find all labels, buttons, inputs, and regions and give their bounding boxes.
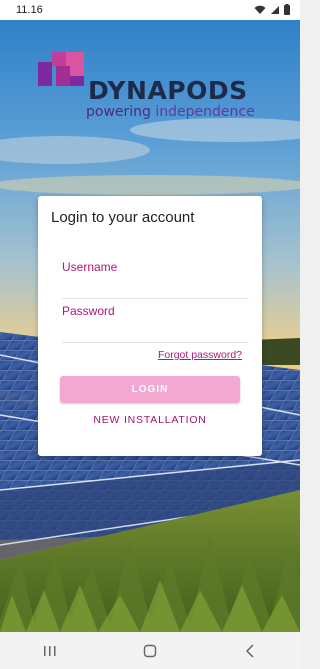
dynapods-logo: DYNAPODS powering independence [30, 48, 275, 128]
recent-apps-button[interactable] [20, 636, 80, 666]
dynapods-mark-icon [38, 52, 84, 86]
recent-apps-icon [44, 645, 56, 656]
status-time: 11.16 [16, 4, 43, 16]
brand-name: DYNAPODS [88, 76, 248, 105]
password-field[interactable]: Password [62, 304, 249, 343]
login-card: Login to your account Username Password … [38, 196, 262, 456]
signal-icon [271, 5, 279, 14]
wifi-icon [254, 5, 266, 14]
status-bar: 11.16 [0, 0, 300, 20]
username-field[interactable]: Username [62, 260, 249, 299]
battery-icon [284, 4, 290, 15]
login-title: Login to your account [51, 209, 195, 226]
brand-tagline: powering independence [86, 105, 255, 119]
login-button[interactable]: LOGIN [60, 376, 240, 403]
tagline-independence: independence [150, 104, 255, 120]
username-label: Username [62, 260, 118, 274]
tagline-powering: powering [86, 104, 151, 120]
navigation-bar [0, 632, 300, 669]
password-label: Password [62, 304, 115, 318]
back-icon [245, 643, 254, 658]
status-icons [254, 4, 290, 15]
new-installation-button[interactable]: NEW INSTALLATION [38, 414, 262, 426]
back-button[interactable] [220, 636, 280, 666]
home-button[interactable] [120, 636, 180, 666]
forgot-password-link[interactable]: Forgot password? [158, 349, 242, 361]
home-icon [143, 644, 157, 657]
